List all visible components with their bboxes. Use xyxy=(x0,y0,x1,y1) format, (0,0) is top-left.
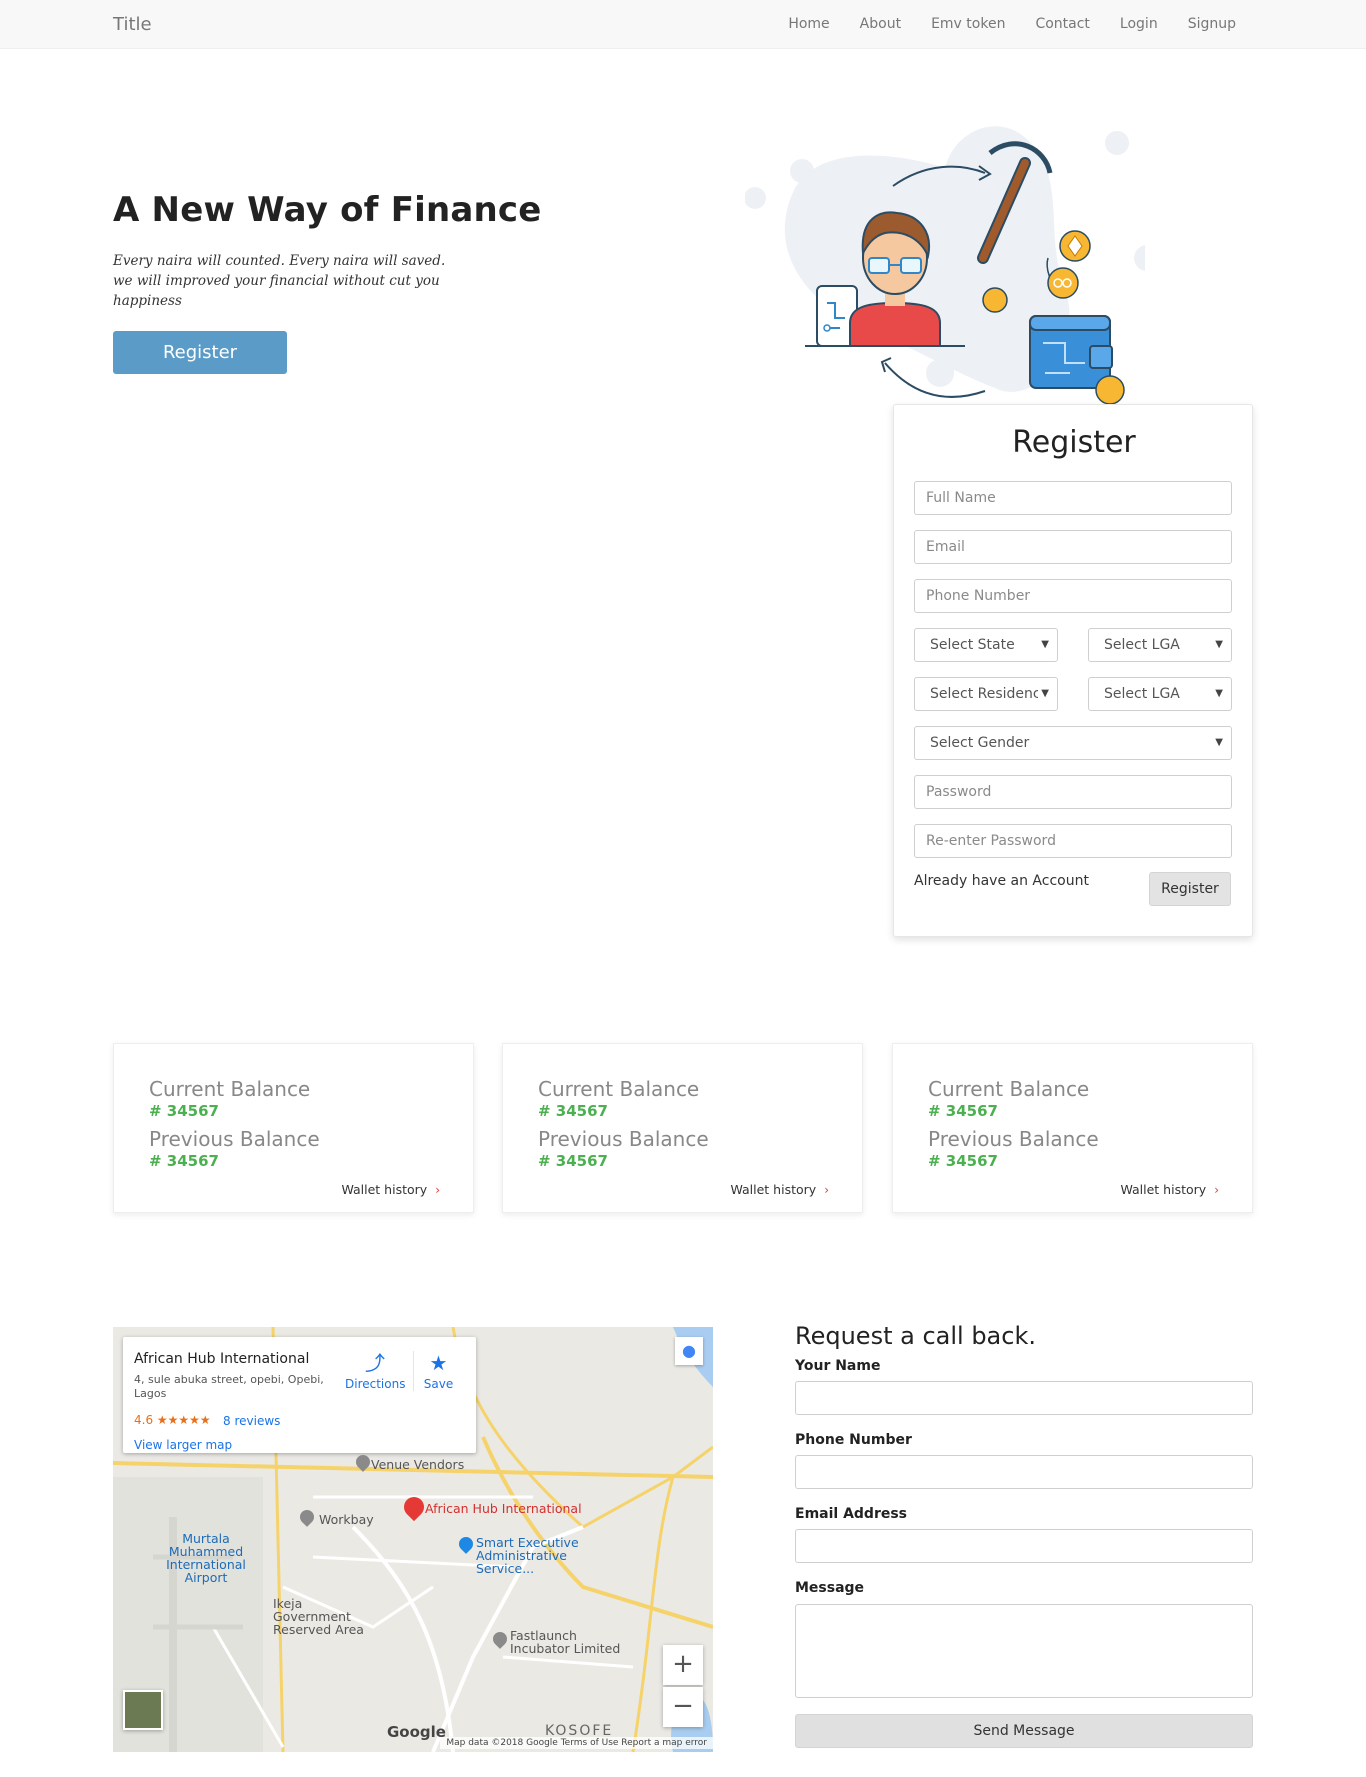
wallet-history-link[interactable]: Wallet history › xyxy=(1120,1182,1219,1197)
current-balance-label: Current Balance xyxy=(149,1077,311,1101)
nav-signup[interactable]: Signup xyxy=(1188,16,1236,32)
select-lga-2-dropdown[interactable]: Select LGA ▼ xyxy=(1088,677,1232,711)
current-balance-value: # 34567 xyxy=(538,1102,608,1120)
phone-number-input[interactable]: Phone Number xyxy=(914,579,1232,613)
your-name-input[interactable] xyxy=(795,1381,1253,1415)
current-balance-label: Current Balance xyxy=(928,1077,1090,1101)
chevron-down-icon: ▼ xyxy=(1215,688,1223,699)
map-place-rating: 4.6 ★★★★★ xyxy=(134,1413,211,1427)
chevron-right-icon: › xyxy=(1214,1183,1219,1197)
email-address-label: Email Address xyxy=(795,1506,908,1522)
current-balance-value: # 34567 xyxy=(149,1102,219,1120)
select-lga-dropdown[interactable]: Select LGA ▼ xyxy=(1088,628,1232,662)
select-residence-label: Select Residence xyxy=(930,686,1050,702)
select-gender-label: Select Gender xyxy=(930,735,1030,751)
map-label-fastlaunch[interactable]: Fastlaunch Incubator Limited xyxy=(510,1629,630,1655)
register-title: Register xyxy=(1012,425,1136,460)
navbar: Title Home About Emv token Contact Login… xyxy=(0,0,1366,49)
crypto-mining-illustration xyxy=(745,126,1145,405)
map-label-workbay[interactable]: Workbay xyxy=(319,1512,374,1527)
directions-label: Directions xyxy=(345,1377,406,1391)
hero-subtitle: Every naira will counted. Every naira wi… xyxy=(113,251,453,311)
map-label-ikeja-government[interactable]: Ikeja Government Reserved Area xyxy=(273,1597,383,1636)
previous-balance-value: # 34567 xyxy=(538,1152,608,1170)
chevron-down-icon: ▼ xyxy=(1215,639,1223,650)
send-message-button[interactable]: Send Message xyxy=(795,1714,1253,1748)
message-textarea[interactable] xyxy=(795,1604,1253,1698)
wallet-history-link[interactable]: Wallet history › xyxy=(341,1182,440,1197)
star-icon: ★ xyxy=(429,1351,448,1375)
nav-about[interactable]: About xyxy=(860,16,901,32)
map-label-murtala-airport[interactable]: Murtala Muhammed International Airport xyxy=(166,1532,246,1584)
zoom-out-button[interactable]: − xyxy=(663,1687,703,1727)
select-state-label: Select State xyxy=(930,637,1015,653)
chevron-right-icon: › xyxy=(435,1183,440,1197)
wallet-history-link[interactable]: Wallet history › xyxy=(730,1182,829,1197)
map-info-window: African Hub International 4, sule abuka … xyxy=(123,1337,476,1453)
previous-balance-label: Previous Balance xyxy=(538,1127,709,1151)
chevron-down-icon: ▼ xyxy=(1215,737,1223,748)
google-logo: Google xyxy=(387,1723,446,1741)
select-lga-label: Select LGA xyxy=(1104,637,1180,653)
current-balance-label: Current Balance xyxy=(538,1077,700,1101)
your-name-label: Your Name xyxy=(795,1358,881,1374)
balance-card: Current Balance # 34567 Previous Balance… xyxy=(892,1043,1253,1213)
map-place-address: 4, sule abuka street, opebi, Opebi, Lago… xyxy=(134,1373,324,1400)
chevron-down-icon: ▼ xyxy=(1038,678,1049,710)
reenter-password-input[interactable]: Re-enter Password xyxy=(914,824,1232,858)
select-state-dropdown[interactable]: Select State ▼ xyxy=(914,628,1058,662)
google-map[interactable]: African Hub International 4, sule abuka … xyxy=(113,1327,713,1752)
chevron-right-icon: › xyxy=(824,1183,829,1197)
nav-links: Home About Emv token Contact Login Signu… xyxy=(758,16,1236,32)
email-input[interactable]: Email xyxy=(914,530,1232,564)
satellite-toggle-button[interactable] xyxy=(123,1690,163,1730)
message-label: Message xyxy=(795,1580,865,1596)
save-place-button[interactable]: ★ Save xyxy=(413,1351,463,1391)
callback-title: Request a call back. xyxy=(795,1322,1036,1350)
wallet-history-label: Wallet history xyxy=(730,1182,817,1197)
map-label-venue-vendors[interactable]: Venue Vendors xyxy=(371,1457,464,1472)
hero-title: A New Way of Finance xyxy=(113,190,542,230)
map-label-smart-executive[interactable]: Smart Executive Administrative Service..… xyxy=(476,1536,616,1575)
save-label: Save xyxy=(423,1377,454,1391)
phone-number-label: Phone Number xyxy=(795,1432,912,1448)
chevron-down-icon: ▼ xyxy=(1041,639,1049,650)
street-view-pegman-icon[interactable]: ● xyxy=(675,1337,703,1365)
nav-home[interactable]: Home xyxy=(788,16,829,32)
hero-subtitle-line1: Every naira will counted. Every naira wi… xyxy=(113,253,446,269)
map-label-african-hub[interactable]: African Hub International xyxy=(425,1501,582,1516)
balance-card: Current Balance # 34567 Previous Balance… xyxy=(502,1043,863,1213)
directions-button[interactable]: ⤴ Directions xyxy=(345,1351,405,1391)
previous-balance-label: Previous Balance xyxy=(149,1127,320,1151)
previous-balance-value: # 34567 xyxy=(149,1152,219,1170)
phone-number-field[interactable] xyxy=(795,1455,1253,1489)
select-gender-dropdown[interactable]: Select Gender ▼ xyxy=(914,726,1232,760)
current-balance-value: # 34567 xyxy=(928,1102,998,1120)
already-have-account-link[interactable]: Already have an Account xyxy=(914,873,1089,889)
password-input[interactable]: Password xyxy=(914,775,1232,809)
previous-balance-label: Previous Balance xyxy=(928,1127,1099,1151)
email-address-input[interactable] xyxy=(795,1529,1253,1563)
select-lga-2-label: Select LGA xyxy=(1104,686,1180,702)
map-place-name: African Hub International xyxy=(134,1351,310,1367)
hero-subtitle-line2: we will improved your financial without … xyxy=(113,273,440,309)
full-name-input[interactable]: Full Name xyxy=(914,481,1232,515)
wallet-history-label: Wallet history xyxy=(341,1182,428,1197)
register-card: Register Full Name Email Phone Number Se… xyxy=(893,404,1253,937)
select-residence-dropdown[interactable]: Select Residence ▼ xyxy=(914,677,1058,711)
zoom-in-button[interactable]: + xyxy=(663,1645,703,1685)
map-footer[interactable]: Map data ©2018 Google Terms of Use Repor… xyxy=(440,1737,713,1749)
map-reviews-link[interactable]: 8 reviews xyxy=(223,1414,280,1428)
nav-contact[interactable]: Contact xyxy=(1035,16,1089,32)
nav-login[interactable]: Login xyxy=(1120,16,1158,32)
balance-card: Current Balance # 34567 Previous Balance… xyxy=(113,1043,474,1213)
previous-balance-value: # 34567 xyxy=(928,1152,998,1170)
view-larger-map-link[interactable]: View larger map xyxy=(134,1438,232,1452)
directions-icon: ⤴ xyxy=(365,1351,385,1375)
register-submit-button[interactable]: Register xyxy=(1149,872,1231,906)
nav-emv-token[interactable]: Emv token xyxy=(931,16,1005,32)
wallet-history-label: Wallet history xyxy=(1120,1182,1207,1197)
hero-register-button[interactable]: Register xyxy=(113,331,287,374)
brand-title[interactable]: Title xyxy=(113,14,152,35)
